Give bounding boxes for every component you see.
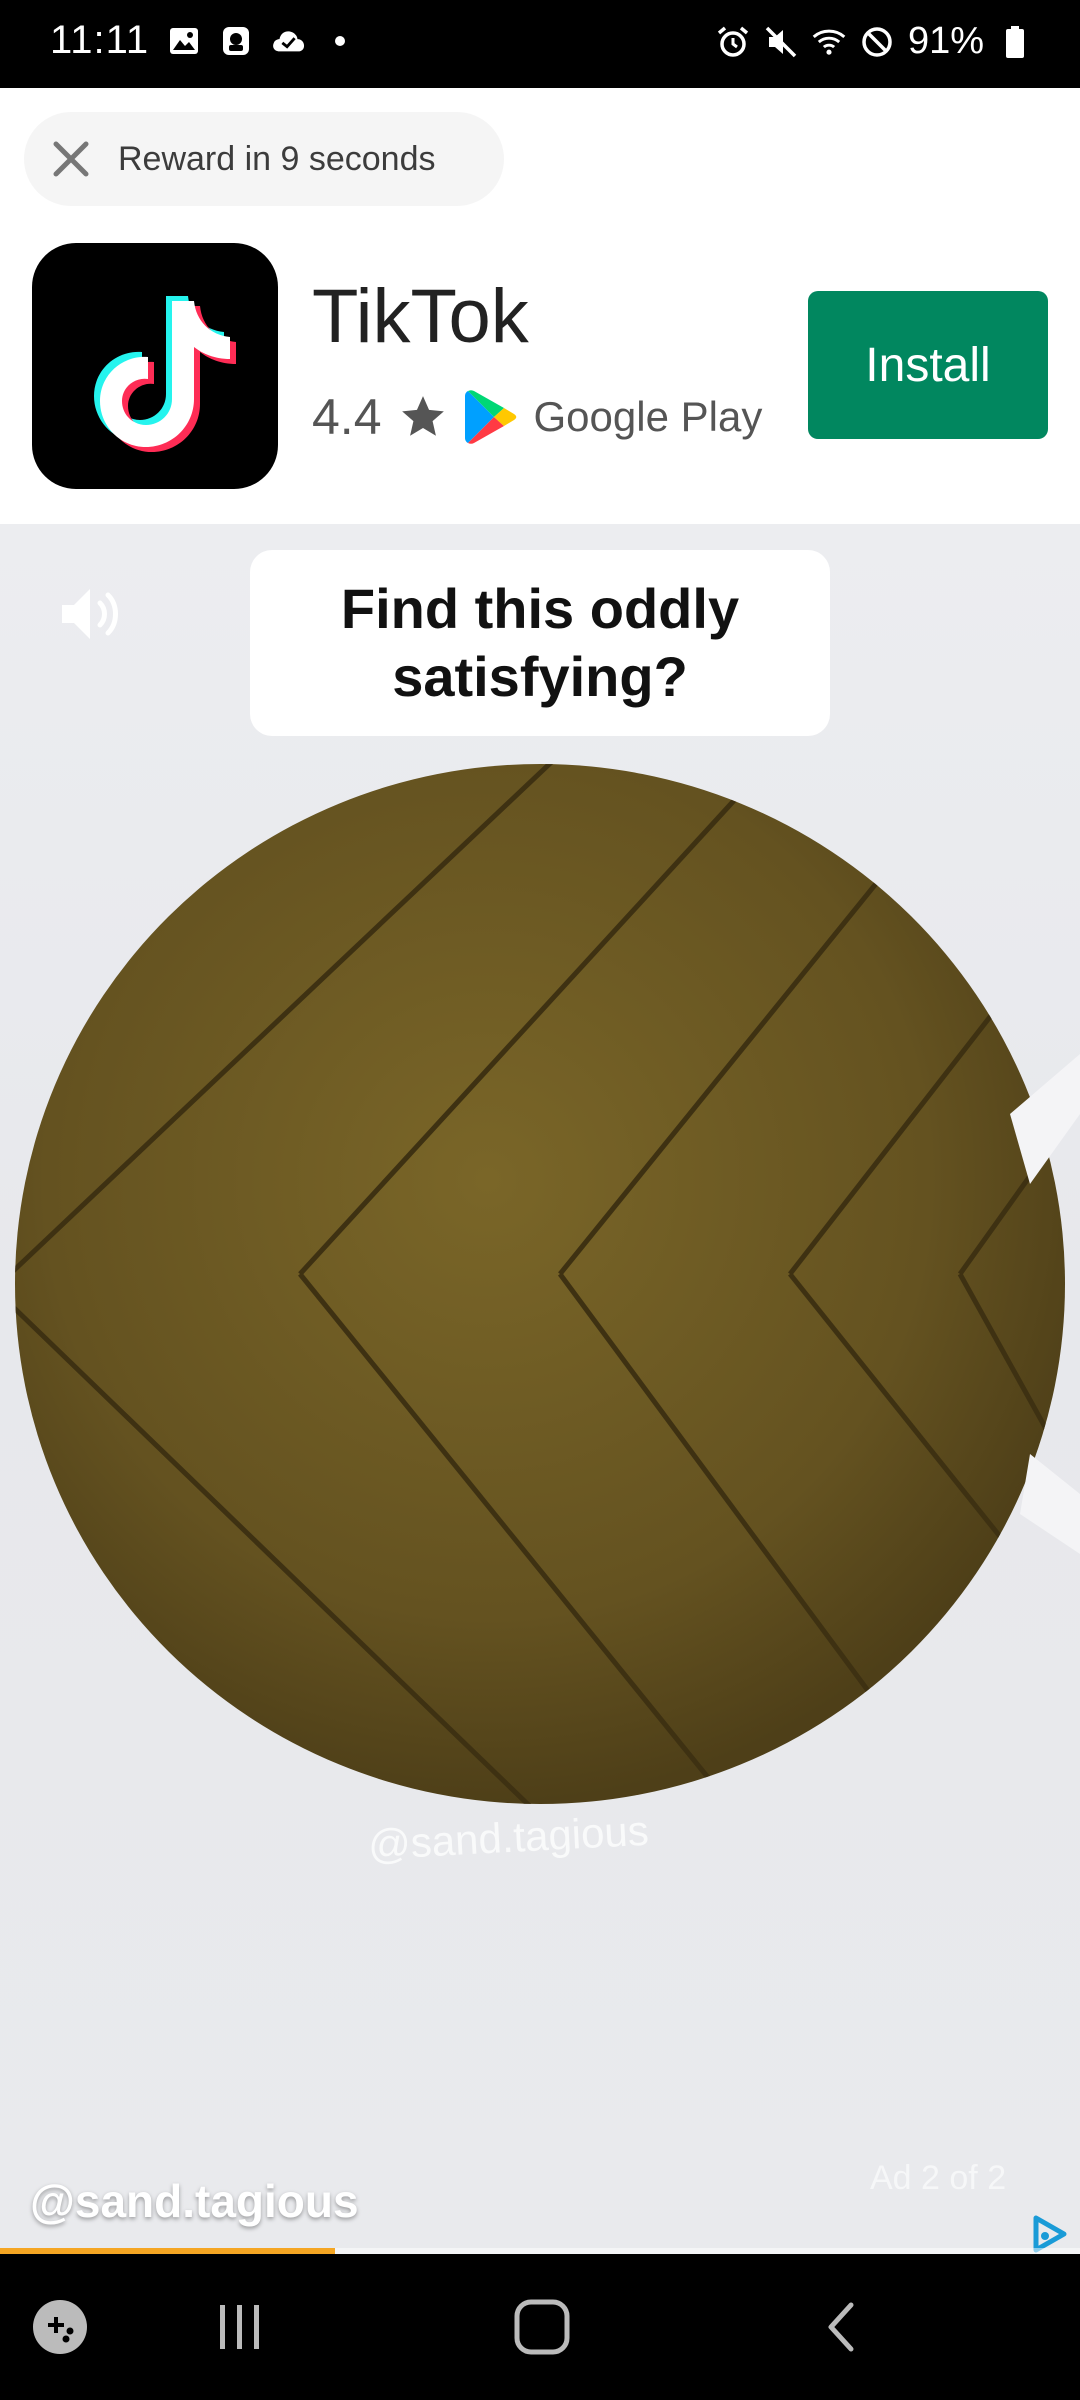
recent-apps-icon [220,2305,259,2349]
battery-icon [998,25,1032,59]
rating-row: 4.4 Google Play [312,388,762,446]
image-icon [167,24,201,58]
wifi-icon [812,25,846,59]
ad-video[interactable]: Find this oddly satisfying? @sand.tagiou… [0,524,1080,2254]
cloud-check-icon [271,24,305,58]
caption-box: Find this oddly satisfying? [250,550,830,736]
battery-percent: 91% [907,20,984,62]
store-name: Google Play [533,393,763,440]
ad-header: Reward in 9 seconds TikTok 4.4 Google Pl… [0,88,1080,524]
rating-value: 4.4 [312,389,382,445]
ad-counter: Ad 2 of 2 [870,2159,1007,2197]
status-left: 11:11 [50,18,357,63]
creator-handle: @sand.tagious [30,2175,359,2227]
install-button[interactable]: Install [808,291,1048,439]
home-button[interactable] [502,2290,582,2364]
app-name[interactable]: TikTok [312,273,529,360]
alarm-icon [716,25,750,59]
back-icon [828,2302,854,2352]
star-icon [401,396,444,436]
do-not-disturb-icon [860,25,894,59]
back-button[interactable] [802,2290,882,2364]
recent-apps-button[interactable] [200,2290,280,2364]
status-time: 11:11 [50,18,150,62]
app-icon[interactable] [32,243,278,489]
reward-pill: Reward in 9 seconds [24,112,504,206]
dot-icon [323,24,357,58]
game-launcher-icon [33,2300,87,2354]
sound-toggle-button[interactable] [56,579,126,649]
status-right: 91% [716,20,1032,63]
sand-ball-image [15,764,1080,1804]
tiktok-logo-icon [94,296,236,452]
close-ad-button[interactable] [24,112,118,206]
navigation-bar [0,2254,1080,2400]
home-icon [514,2299,570,2355]
close-icon [53,141,89,177]
reward-countdown: Reward in 9 seconds [118,139,436,178]
caption-text: Find this oddly satisfying? [340,576,740,708]
google-play-icon [464,390,516,444]
status-bar: 11:11 91% [0,0,1080,88]
sim-icon [219,24,253,58]
mute-icon [764,25,798,59]
game-launcher-button[interactable] [20,2290,100,2364]
volume-icon [62,589,118,639]
